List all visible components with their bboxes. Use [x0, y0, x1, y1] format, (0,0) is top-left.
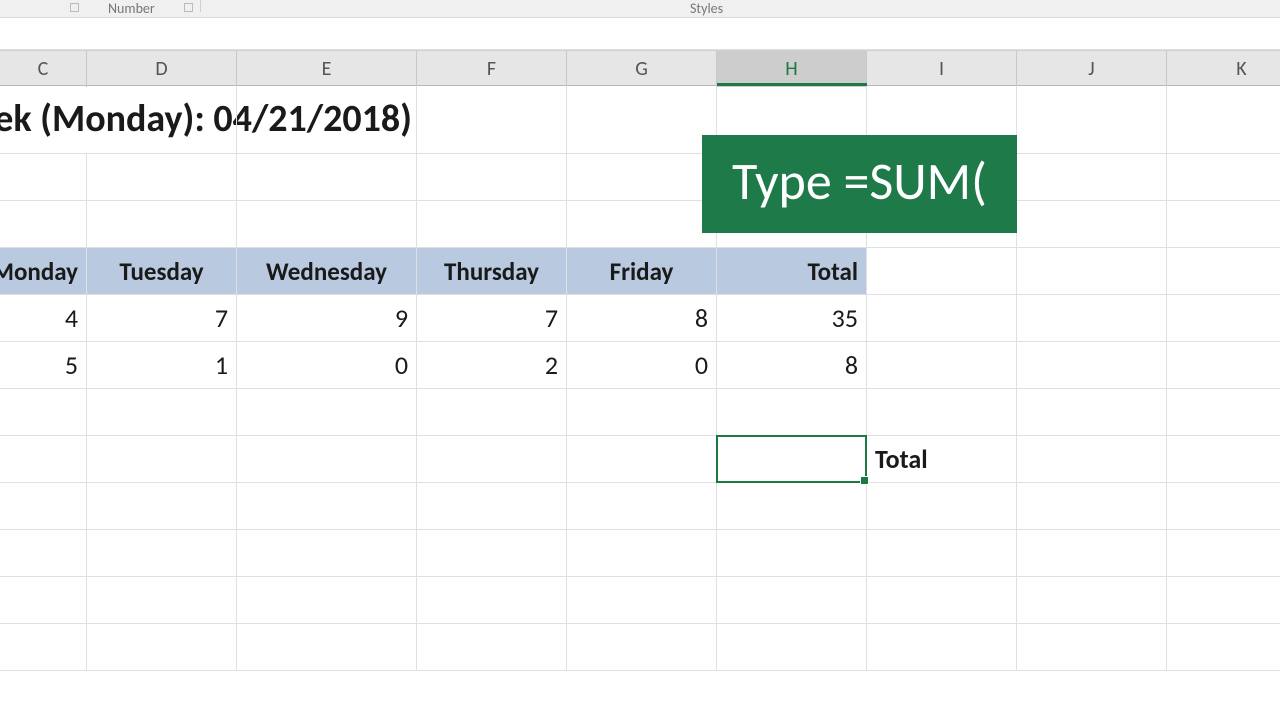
spreadsheet-grid[interactable]: C D E F G H I J K Week (Monday): 04/21/2…: [0, 50, 1280, 720]
ribbon-group-number: Number: [108, 0, 155, 17]
col-header-tuesday[interactable]: Tuesday: [87, 248, 237, 294]
formula-bar-strip: [0, 18, 1280, 50]
cell-total-1[interactable]: 35: [717, 295, 867, 341]
dialog-launcher-icon[interactable]: [70, 3, 79, 12]
column-headers-row: C D E F G H I J K: [0, 50, 1280, 86]
table-row: 4 7 9 7 8 35: [0, 295, 1280, 342]
cell-thu-2[interactable]: 2: [417, 342, 567, 388]
cell-mon-2[interactable]: 5: [0, 342, 87, 388]
cells-area[interactable]: Week (Monday): 04/21/2018): [0, 86, 1280, 720]
col-header-F[interactable]: F: [417, 51, 567, 87]
cell-total-2[interactable]: 8: [717, 342, 867, 388]
col-header-monday[interactable]: Monday: [0, 248, 87, 294]
col-header-J[interactable]: J: [1017, 51, 1167, 87]
col-header-E[interactable]: E: [237, 51, 417, 87]
cell-tue-1[interactable]: 7: [87, 295, 237, 341]
col-header-K[interactable]: K: [1167, 51, 1280, 87]
col-header-I[interactable]: I: [867, 51, 1017, 87]
ribbon-group-styles: Styles: [690, 0, 723, 17]
col-header-D[interactable]: D: [87, 51, 237, 87]
col-header-H[interactable]: H: [717, 51, 867, 87]
cell-mon-1[interactable]: 4: [0, 295, 87, 341]
col-header-total[interactable]: Total: [717, 248, 867, 294]
col-header-C[interactable]: C: [0, 51, 87, 87]
total-label-cell[interactable]: Total: [867, 436, 1017, 482]
cell-fri-2[interactable]: 0: [567, 342, 717, 388]
selected-cell[interactable]: [717, 436, 867, 482]
col-header-friday[interactable]: Friday: [567, 248, 717, 294]
cell-wed-1[interactable]: 9: [237, 295, 417, 341]
total-label: Total: [875, 443, 928, 475]
table-header-row: Monday Tuesday Wednesday Thursday Friday…: [0, 248, 1280, 295]
col-header-thursday[interactable]: Thursday: [417, 248, 567, 294]
cell-tue-2[interactable]: 1: [87, 342, 237, 388]
instruction-callout: Type =SUM(: [702, 135, 1017, 233]
table-row: 5 1 0 2 0 8: [0, 342, 1280, 389]
col-header-G[interactable]: G: [567, 51, 717, 87]
cell-fri-1[interactable]: 8: [567, 295, 717, 341]
col-header-wednesday[interactable]: Wednesday: [237, 248, 417, 294]
cell-thu-1[interactable]: 7: [417, 295, 567, 341]
ribbon-group-labels: Number Styles: [0, 0, 1280, 18]
cell-wed-2[interactable]: 0: [237, 342, 417, 388]
